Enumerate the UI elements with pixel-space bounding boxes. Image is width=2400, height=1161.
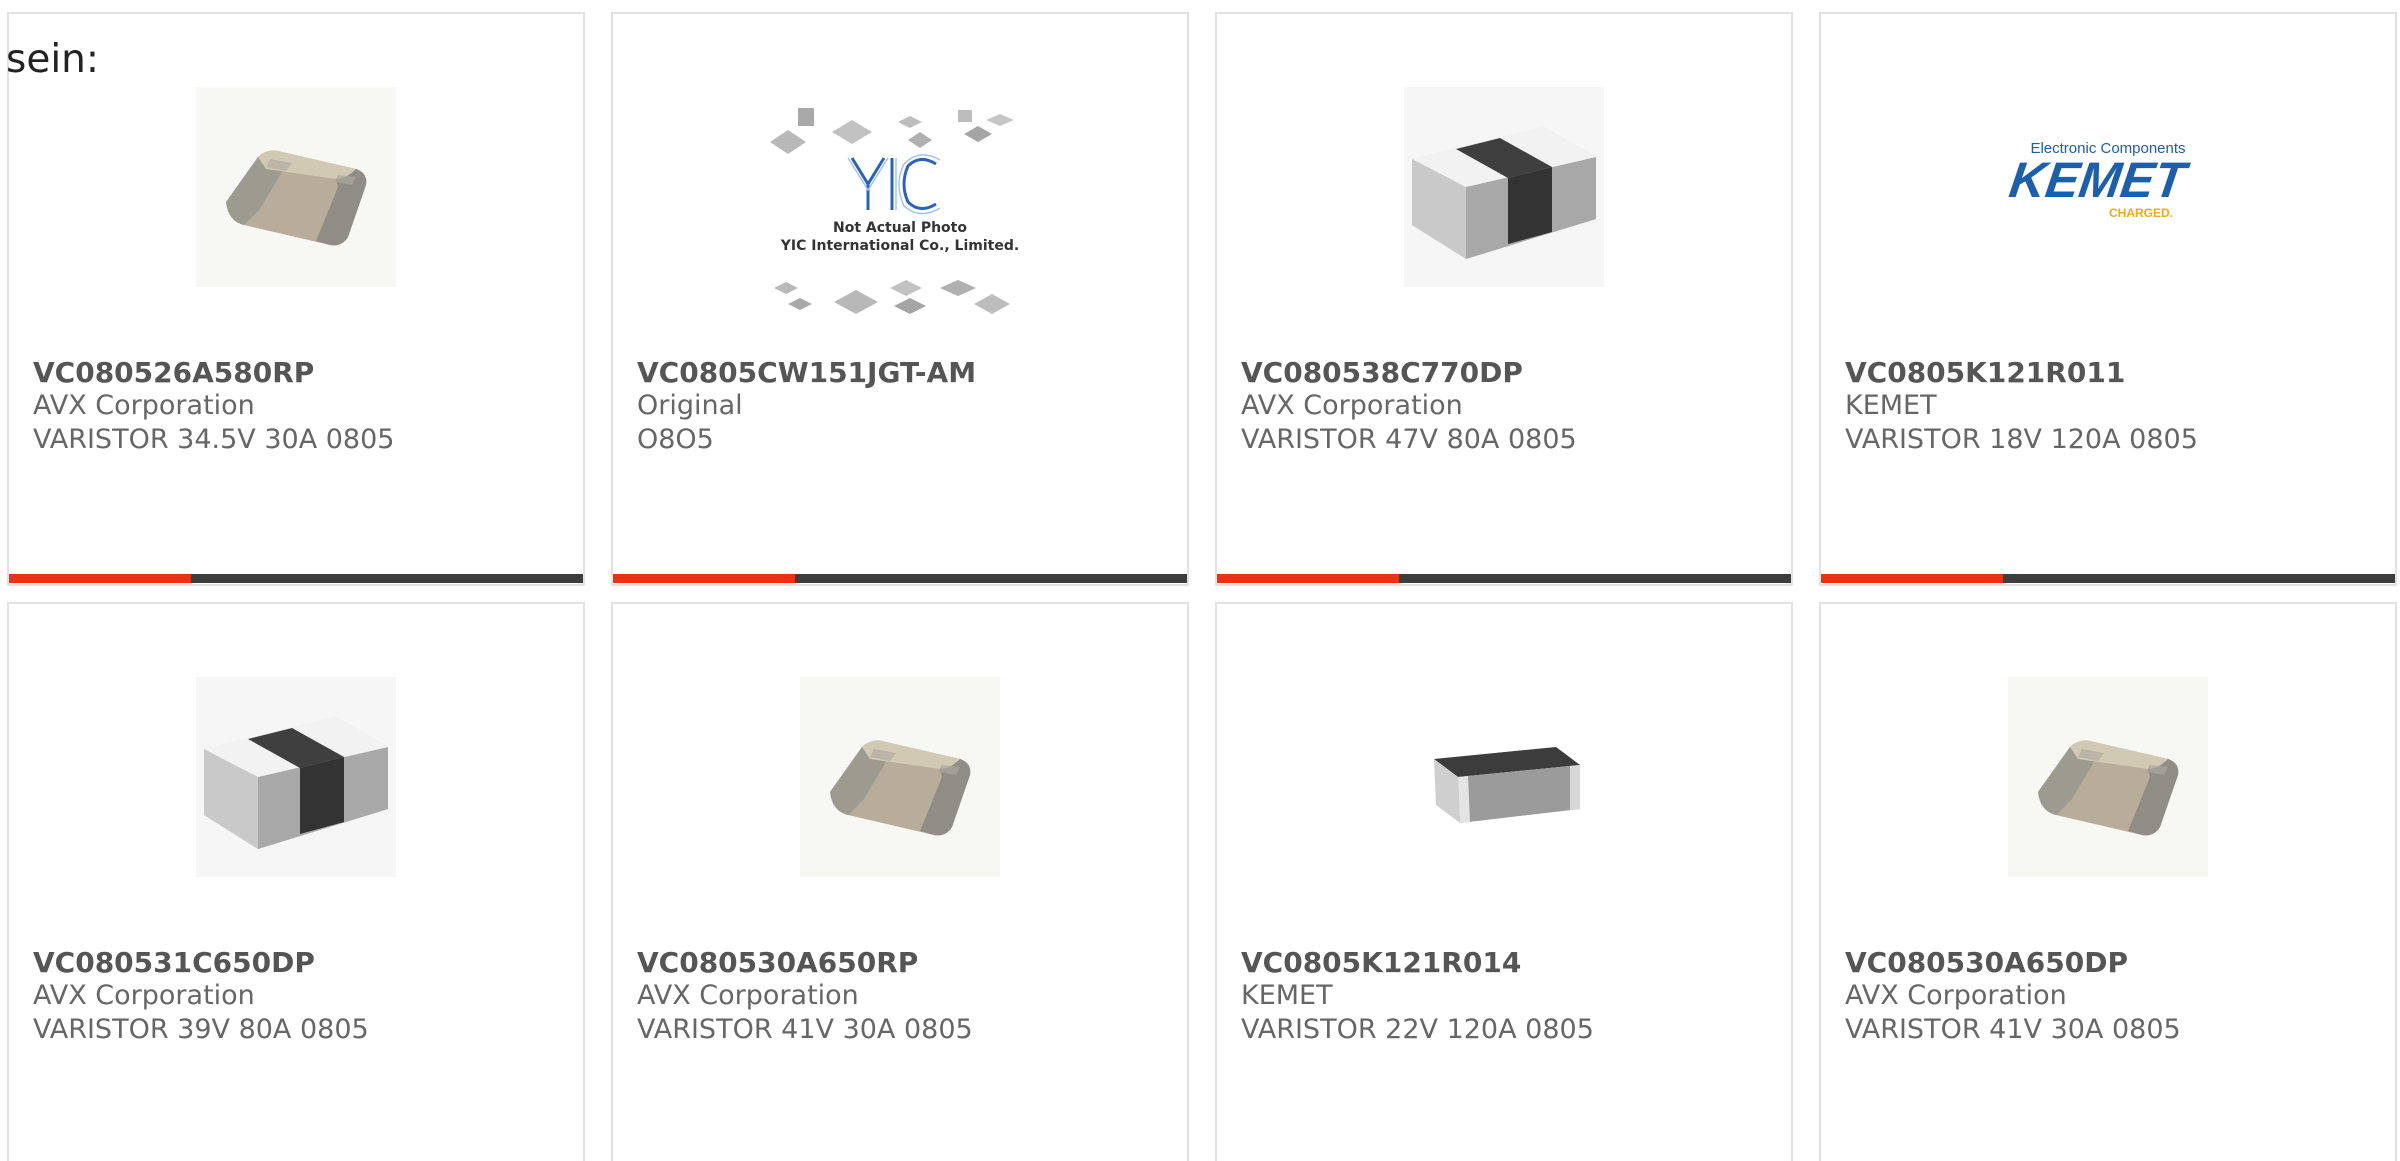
card-bottom-bar [9,574,583,583]
placeholder-caption-line2: YIC International Co., Limited. [780,238,1019,254]
description-label: VARISTOR 41V 30A 0805 [1845,1014,2181,1045]
kemet-logo-sub: CHARGED. [2109,206,2173,220]
part-number-link[interactable]: VC080538C770DP [1241,356,1523,389]
grey-chip-image [1404,677,1604,877]
product-card[interactable]: VC0805K121R014 KEMET VARISTOR 22V 120A 0… [1215,602,1793,1161]
part-number-link[interactable]: VC080526A580RP [33,356,314,389]
part-number-link[interactable]: VC080530A650RP [637,946,918,979]
white-black-chip-image [1404,87,1604,287]
description-label: VARISTOR 41V 30A 0805 [637,1014,973,1045]
description-label: VARISTOR 18V 120A 0805 [1845,424,2198,455]
part-number-link[interactable]: VC080531C650DP [33,946,315,979]
product-image[interactable] [2003,672,2213,882]
product-grid-page: sein: VC080526A580RP AVX Corporation VAR… [0,0,2400,1161]
product-card[interactable]: VC080538C770DP AVX Corporation VARISTOR … [1215,12,1793,586]
part-number-link[interactable]: VC0805CW151JGT-AM [637,356,976,389]
placeholder-caption-line1: Not Actual Photo [833,220,967,236]
product-card[interactable]: VC080526A580RP AVX Corporation VARISTOR … [7,12,585,586]
description-label: VARISTOR 39V 80A 0805 [33,1014,369,1045]
description-label: VARISTOR 47V 80A 0805 [1241,424,1577,455]
product-card[interactable]: VC080530A650RP AVX Corporation VARISTOR … [611,602,1189,1161]
description-label: VARISTOR 34.5V 30A 0805 [33,424,395,455]
card-bottom-bar [1821,574,2395,583]
ceramic-chip-beige-image [2008,677,2208,877]
manufacturer-label: KEMET [1845,390,1937,421]
description-label: O8O5 [637,424,714,455]
kemet-logo-image: Electronic Components KEMET CHARGED. [2003,127,2213,247]
manufacturer-label: Original [637,390,743,421]
product-image[interactable] [795,672,1005,882]
manufacturer-label: AVX Corporation [1241,390,1463,421]
card-accent-bar [9,574,191,583]
card-accent-bar [1217,574,1399,583]
product-card[interactable]: VC080530A650DP AVX Corporation VARISTOR … [1819,602,2397,1161]
product-image[interactable] [191,82,401,292]
card-bottom-bar [1217,574,1791,583]
product-image[interactable] [1399,82,1609,292]
kemet-logo-brand: KEMET [2006,152,2193,208]
product-image[interactable] [191,672,401,882]
product-card[interactable]: Electronic Components KEMET CHARGED. VC0… [1819,12,2397,586]
ceramic-chip-beige-image [800,677,1000,877]
manufacturer-label: AVX Corporation [33,390,255,421]
card-accent-bar [1821,574,2003,583]
product-card[interactable]: VC080531C650DP AVX Corporation VARISTOR … [7,602,585,1161]
product-image[interactable]: Electronic Components KEMET CHARGED. [2003,82,2213,292]
product-image[interactable] [1399,672,1609,882]
card-bottom-bar [613,574,1187,583]
manufacturer-label: AVX Corporation [33,980,255,1011]
intro-text: sein: [6,37,100,82]
product-image[interactable]: Not Actual Photo YIC International Co., … [760,92,1040,342]
ceramic-chip-beige-image [196,87,396,287]
product-card[interactable]: Not Actual Photo YIC International Co., … [611,12,1189,586]
part-number-link[interactable]: VC0805K121R014 [1241,946,1521,979]
part-number-link[interactable]: VC0805K121R011 [1845,356,2125,389]
manufacturer-label: KEMET [1241,980,1333,1011]
manufacturer-label: AVX Corporation [1845,980,2067,1011]
part-number-link[interactable]: VC080530A650DP [1845,946,2128,979]
white-black-chip-image [196,677,396,877]
card-accent-bar [613,574,795,583]
yic-placeholder-image: Not Actual Photo YIC International Co., … [760,92,1040,342]
manufacturer-label: AVX Corporation [637,980,859,1011]
description-label: VARISTOR 22V 120A 0805 [1241,1014,1594,1045]
